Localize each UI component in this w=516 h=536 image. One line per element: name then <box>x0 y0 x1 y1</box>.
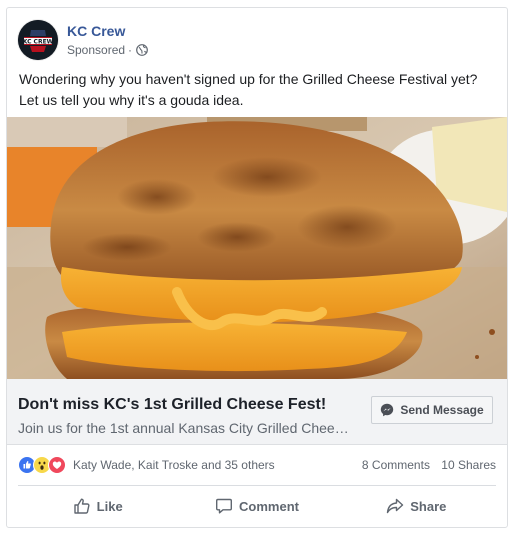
sponsored-post-card: KC CREW KC Crew Sponsored · Wondering wh… <box>6 7 508 528</box>
send-message-button[interactable]: Send Message <box>371 396 493 424</box>
link-preview[interactable]: Don't miss KC's 1st Grilled Cheese Fest!… <box>7 379 507 445</box>
grilled-cheese-photo <box>7 117 507 379</box>
messenger-icon <box>381 403 394 417</box>
post-header: KC CREW KC Crew Sponsored · <box>18 19 148 61</box>
share-button[interactable]: Share <box>337 487 496 525</box>
send-message-label: Send Message <box>400 403 484 417</box>
share-label: Share <box>410 498 447 514</box>
link-description: Join us for the 1st annual Kansas City G… <box>18 420 349 436</box>
love-icon <box>48 456 66 474</box>
post-meta: Sponsored · <box>67 41 148 59</box>
link-title[interactable]: Don't miss KC's 1st Grilled Cheese Fest! <box>18 395 326 415</box>
page-avatar[interactable]: KC CREW <box>18 20 58 60</box>
globe-icon[interactable] <box>136 43 148 56</box>
thumbs-up-icon <box>73 498 90 514</box>
like-button[interactable]: Like <box>18 487 177 525</box>
reactor-names[interactable]: Katy Wade, Kait Troske and 35 others <box>73 458 275 472</box>
actions-divider <box>18 485 496 486</box>
reactions-bar: Katy Wade, Kait Troske and 35 others 8 C… <box>18 455 496 475</box>
like-label: Like <box>96 498 123 514</box>
reaction-icons[interactable] <box>18 456 66 474</box>
shares-count[interactable]: 10 Shares <box>441 458 496 472</box>
post-text: Wondering why you haven't signed up for … <box>19 71 478 108</box>
comment-label: Comment <box>239 498 299 514</box>
comment-icon <box>216 498 233 514</box>
engagement-counts: 8 Comments 10 Shares <box>354 458 496 472</box>
action-bar: Like Comment Share <box>18 487 496 525</box>
page-name-link[interactable]: KC Crew <box>67 22 148 40</box>
avatar-logo-text: KC CREW <box>23 39 54 46</box>
post-image[interactable] <box>7 117 507 379</box>
share-icon <box>387 498 404 514</box>
meta-separator: · <box>128 42 133 57</box>
sponsored-label[interactable]: Sponsored <box>67 41 125 59</box>
comments-count[interactable]: 8 Comments <box>362 458 430 472</box>
comment-button[interactable]: Comment <box>177 487 336 525</box>
